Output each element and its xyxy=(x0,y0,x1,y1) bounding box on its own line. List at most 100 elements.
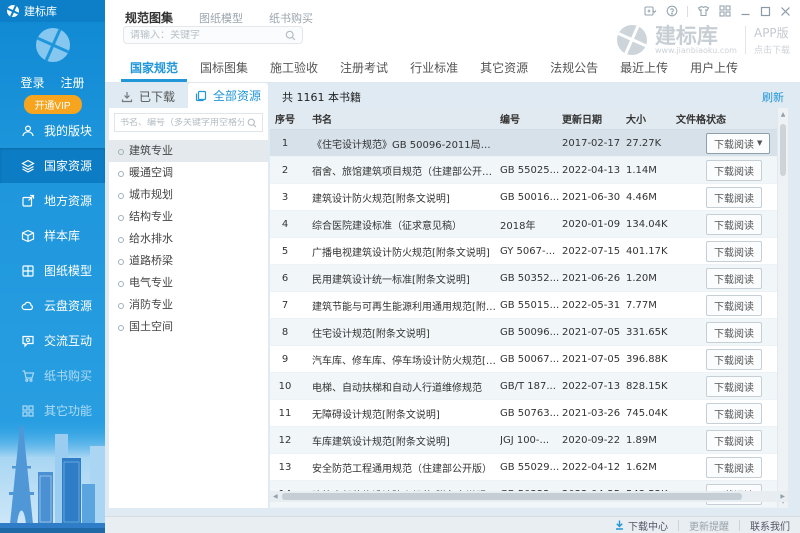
download-read-button[interactable]: 下载阅读 xyxy=(706,321,762,343)
minimize-icon[interactable] xyxy=(740,6,751,17)
category-architecture[interactable]: 建筑专业 xyxy=(109,140,268,162)
register-link[interactable]: 注册 xyxy=(61,74,85,91)
download-read-button[interactable]: 下载阅读 xyxy=(706,375,762,397)
table-row[interactable]: 10 电梯、自动扶梯和自动人行道维修规范 GB/T 187... 2022-07-13… xyxy=(270,373,788,400)
status-bar: 下载中心 更新提醒 联系我们 xyxy=(105,516,800,533)
all-resources-tab[interactable]: 全部资源 xyxy=(188,83,268,108)
download-read-button[interactable]: 下载阅读 xyxy=(706,456,762,478)
skin-icon[interactable] xyxy=(697,5,710,17)
download-read-button[interactable]: 下载阅读 xyxy=(706,186,762,208)
col-status: 状态 xyxy=(706,115,726,126)
scroll-left-icon[interactable]: ◀ xyxy=(273,493,278,500)
new-window-icon[interactable] xyxy=(644,5,657,17)
brand-name: 建标库 xyxy=(654,23,718,48)
maximize-icon[interactable] xyxy=(760,6,771,17)
download-read-button[interactable]: 下载阅读 xyxy=(706,267,762,289)
tab-construction-acceptance[interactable]: 施工验收 xyxy=(261,57,327,82)
tab-spec-atlas[interactable]: 规范图集 xyxy=(125,9,173,26)
search-icon xyxy=(247,118,257,127)
sidebar-item-paper-books[interactable]: 纸书购买 xyxy=(0,358,105,393)
download-read-button[interactable]: 下载阅读 xyxy=(706,429,762,451)
tab-user-uploads[interactable]: 用户上传 xyxy=(681,57,747,82)
download-arrow-icon xyxy=(616,520,623,530)
help-icon[interactable] xyxy=(666,5,678,17)
category-search-box[interactable] xyxy=(114,113,263,132)
table-row[interactable]: 7建筑节能与可再生能源利用通用规范[附条文说明]GB 55015...2022-… xyxy=(270,292,788,319)
resource-nav-tabs: 国家规范 国标图集 施工验收 注册考试 行业标准 其它资源 法规公告 最近上传 … xyxy=(121,57,751,82)
cityscape-illustration xyxy=(0,420,105,528)
grid-icon xyxy=(22,264,34,277)
tab-paper-books[interactable]: 纸书购买 xyxy=(269,10,313,26)
refresh-link[interactable]: 刷新 xyxy=(762,89,784,105)
category-hvac[interactable]: 暖通空调 xyxy=(109,162,268,184)
sidebar-item-label: 其它功能 xyxy=(44,404,93,418)
update-reminder-link[interactable]: 更新提醒 xyxy=(678,519,739,533)
horizontal-scrollbar[interactable]: ◀ ▶ xyxy=(270,491,788,502)
tab-recent-uploads[interactable]: 最近上传 xyxy=(611,57,677,82)
sidebar-item-my-sections[interactable]: 我的版块 xyxy=(0,113,105,148)
contact-us-link[interactable]: 联系我们 xyxy=(739,519,800,533)
keyword-search-box[interactable] xyxy=(123,26,303,44)
download-center-link[interactable]: 下载中心 xyxy=(605,520,678,533)
category-urban-planning[interactable]: 城市规划 xyxy=(109,184,268,206)
scroll-right-icon[interactable]: ▶ xyxy=(780,493,785,500)
sidebar-item-label: 我的版块 xyxy=(44,124,93,138)
table-row[interactable]: 2 宿舍、旅馆建筑项目规范（住建部公开版） GB 55025... 2022-04-1… xyxy=(270,157,788,184)
table-row[interactable]: 8 住宅设计规范[附条文说明] GB 50096... 2021-07-05 331.6… xyxy=(270,319,788,346)
category-land-space[interactable]: 国土空间 xyxy=(109,316,268,338)
category-structure[interactable]: 结构专业 xyxy=(109,206,268,228)
sidebar-item-sample-library[interactable]: 样本库 xyxy=(0,218,105,253)
downloaded-tab[interactable]: 已下载 xyxy=(121,88,175,105)
open-vip-button[interactable]: 开通VIP xyxy=(23,95,82,114)
tab-registration-exam[interactable]: 注册考试 xyxy=(331,57,397,82)
download-read-button[interactable]: 下载阅读 xyxy=(706,402,762,424)
category-fire-protection[interactable]: 消防专业 xyxy=(109,294,268,316)
app-download-link[interactable]: 点击下载 xyxy=(754,43,790,56)
table-row[interactable]: 12 车库建筑设计规范[附条文说明] JGJ 100-... 2020-09-22 1.… xyxy=(270,427,788,454)
tab-national-standards[interactable]: 国家规范 xyxy=(121,57,188,82)
table-row[interactable]: 5 广播电视建筑设计防火规范[附条文说明] GY 5067-... 2022-07-1… xyxy=(270,238,788,265)
download-read-button[interactable]: 下载阅读 ▼ xyxy=(706,132,771,154)
download-read-button[interactable]: 下载阅读 xyxy=(706,213,762,235)
horizontal-scroll-thumb[interactable] xyxy=(282,493,742,500)
vertical-scroll-thumb[interactable] xyxy=(780,124,786,176)
download-read-button[interactable]: 下载阅读 xyxy=(706,240,762,262)
vertical-scrollbar[interactable]: ▲ ▼ xyxy=(777,108,788,508)
tab-national-atlas[interactable]: 国标图集 xyxy=(191,57,257,82)
sidebar-item-cloud-resources[interactable]: 云盘资源 xyxy=(0,288,105,323)
category-electrical[interactable]: 电气专业 xyxy=(109,272,268,294)
table-row[interactable]: 9汽车库、修车库、停车场设计防火规范[附条文说明]GB 50067...2021… xyxy=(270,346,788,373)
table-row[interactable]: 6 民用建筑设计统一标准[附条文说明] GB 50352... 2021-06-26 1… xyxy=(270,265,788,292)
category-water-supply[interactable]: 给水排水 xyxy=(109,228,268,250)
download-read-button[interactable]: 下载阅读 xyxy=(706,348,762,370)
tab-drawing-models[interactable]: 图纸模型 xyxy=(199,10,243,26)
app-logo-icon xyxy=(7,5,19,17)
tab-regulations[interactable]: 法规公告 xyxy=(541,57,607,82)
login-link[interactable]: 登录 xyxy=(20,74,44,91)
sidebar-item-label: 图纸模型 xyxy=(44,264,93,278)
tab-other-resources[interactable]: 其它资源 xyxy=(471,57,537,82)
table-row[interactable]: 4 综合医院建设标准（征求意见稿） 2018年 2020-01-09 134.04K 下载… xyxy=(270,211,788,238)
sidebar-menu: 我的版块 国家资源 地方资源 样本库 图纸模型 云盘资源 交流互动 纸书购买 其… xyxy=(0,113,105,428)
tab-industry-standards[interactable]: 行业标准 xyxy=(401,57,467,82)
sidebar-item-communication[interactable]: 交流互动 xyxy=(0,323,105,358)
sidebar-item-national-resources[interactable]: 国家资源 xyxy=(0,148,105,183)
app-version-label: APP版 xyxy=(753,26,789,40)
sidebar-item-drawing-models[interactable]: 图纸模型 xyxy=(0,253,105,288)
keyword-search-input[interactable] xyxy=(130,29,281,41)
category-search-input[interactable] xyxy=(120,117,244,128)
download-read-button[interactable]: 下载阅读 xyxy=(706,159,762,181)
scroll-up-icon[interactable]: ▲ xyxy=(778,111,788,118)
table-row[interactable]: 11 无障碍设计规范[附条文说明] GB 50763... 2021-03-26 745… xyxy=(270,400,788,427)
apps-grid-icon[interactable] xyxy=(719,5,731,17)
table-row[interactable]: 3 建筑设计防火规范[附条文说明] GB 50016... 2021-06-30 4.4… xyxy=(270,184,788,211)
table-row[interactable]: 1《住宅设计规范》GB 50096-2011局部修订条文及说...2017-02… xyxy=(270,130,788,157)
close-icon[interactable] xyxy=(780,6,791,17)
sidebar-item-other-functions[interactable]: 其它功能 xyxy=(0,393,105,428)
download-read-button[interactable]: 下载阅读 xyxy=(706,294,762,316)
main-header: 规范图集 图纸模型 纸书购买 建标库 www.jianbiaoku.com AP… xyxy=(105,0,800,83)
category-roads-bridges[interactable]: 道路桥梁 xyxy=(109,250,268,272)
sidebar-item-local-resources[interactable]: 地方资源 xyxy=(0,183,105,218)
main-area: 规范图集 图纸模型 纸书购买 建标库 www.jianbiaoku.com AP… xyxy=(105,0,800,533)
table-row[interactable]: 13 安全防范工程通用规范（住建部公开版） GB 55029... 2022-04-1… xyxy=(270,454,788,481)
